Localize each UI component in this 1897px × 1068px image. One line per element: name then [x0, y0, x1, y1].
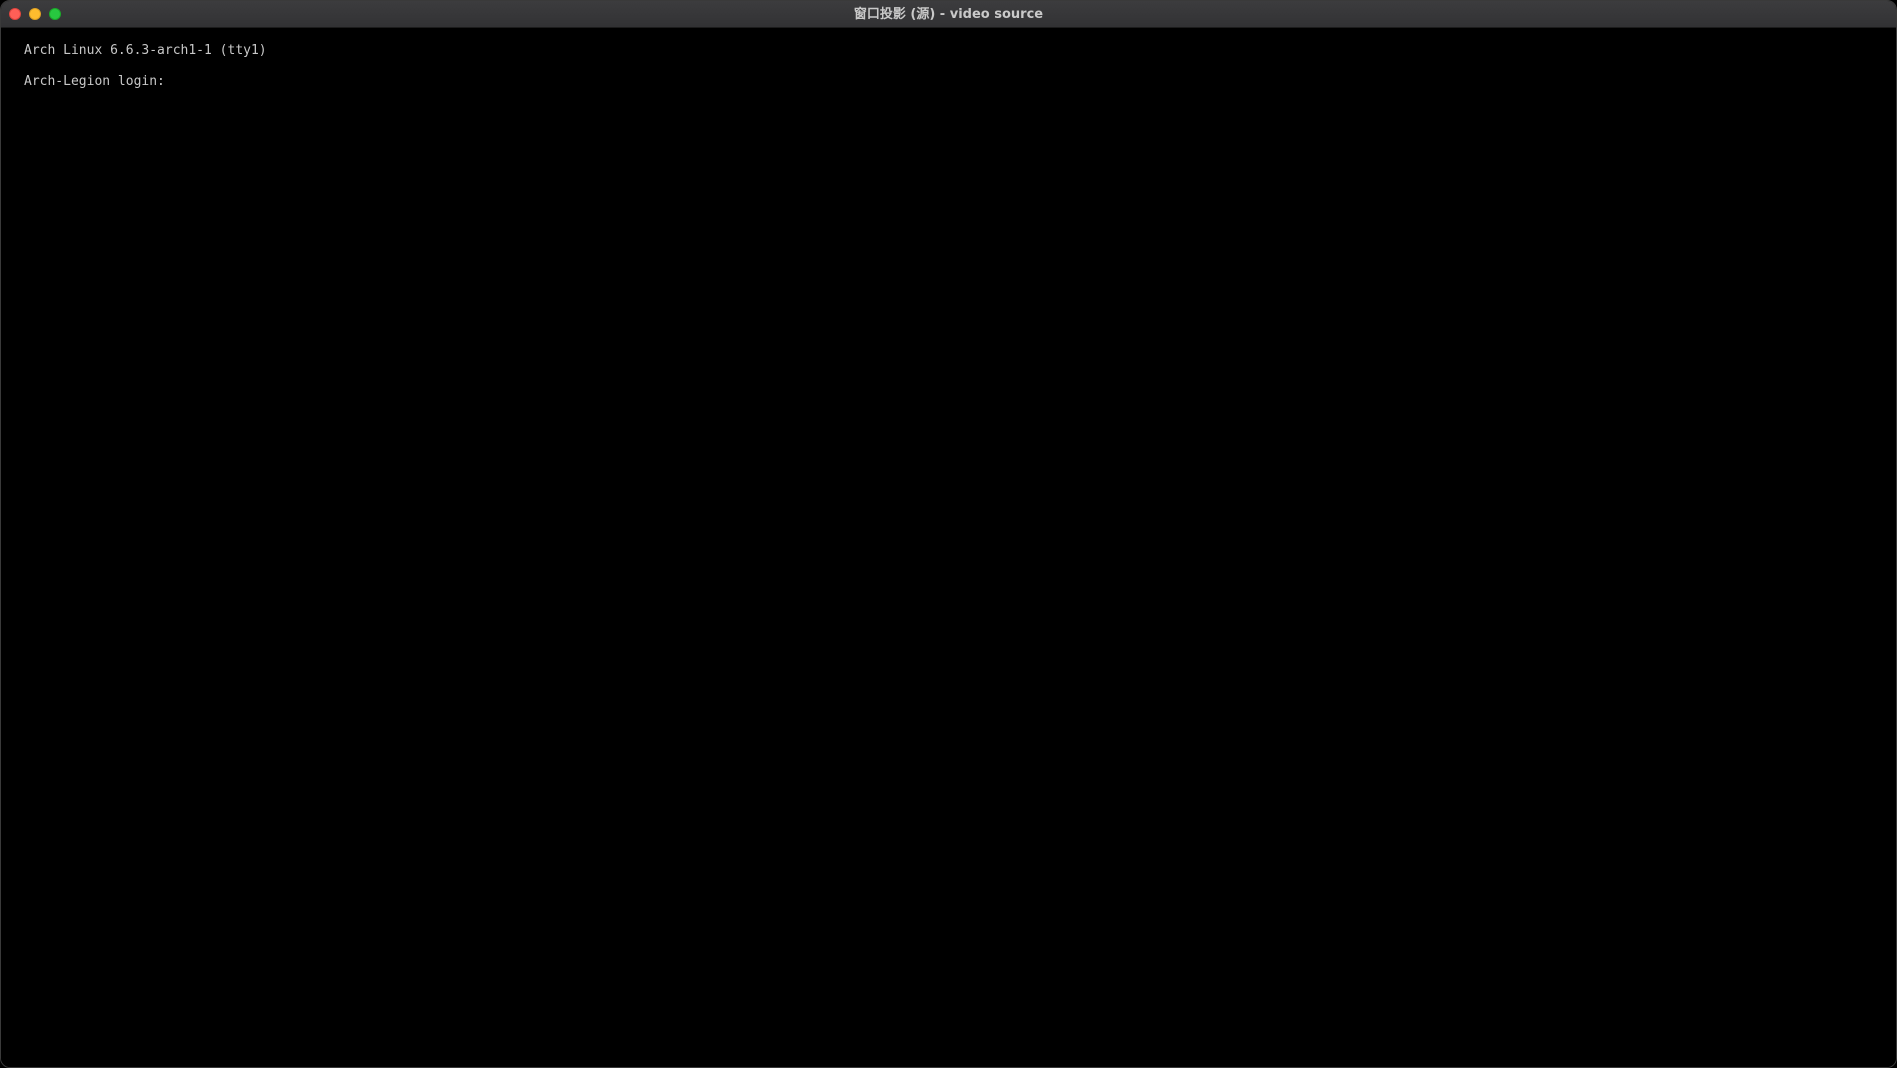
window-title: 窗口投影 (源) - video source: [853, 7, 1044, 22]
terminal-screen[interactable]: Arch Linux 6.6.3-arch1-1 (tty1) Arch-Leg…: [1, 28, 1896, 1067]
app-window: 窗口投影 (源) - video source Arch Linux 6.6.3…: [0, 0, 1897, 1068]
tty-banner: Arch Linux 6.6.3-arch1-1 (tty1): [24, 43, 267, 58]
login-input[interactable]: [172, 74, 473, 90]
title-bar[interactable]: 窗口投影 (源) - video source: [1, 1, 1896, 28]
login-prompt: Arch-Legion login:: [24, 74, 165, 89]
login-line: Arch-Legion login:: [24, 74, 1896, 90]
